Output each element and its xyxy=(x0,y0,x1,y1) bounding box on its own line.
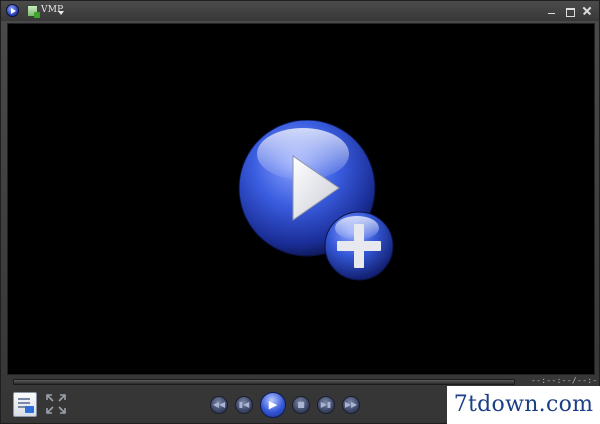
maximize-button[interactable] xyxy=(564,5,576,17)
open-file-plus-icon[interactable] xyxy=(231,120,396,285)
rewind-button[interactable]: ▮◀ xyxy=(235,396,253,414)
stop-button[interactable]: ■ xyxy=(292,396,310,414)
media-player-icon[interactable] xyxy=(6,4,19,17)
play-button[interactable]: ▶ xyxy=(260,392,286,418)
stop-icon: ■ xyxy=(297,400,305,409)
watermark: 7tdown.com xyxy=(447,386,600,424)
fullscreen-icon[interactable] xyxy=(45,393,67,415)
next-button[interactable]: ▶▶ xyxy=(342,396,360,414)
rewind-icon: ▮◀ xyxy=(238,400,250,409)
file-menu-icon[interactable] xyxy=(27,5,40,18)
fast-forward-button[interactable]: ▶▮ xyxy=(317,396,335,414)
minimize-button[interactable] xyxy=(546,5,558,17)
chevron-down-icon[interactable] xyxy=(58,11,64,15)
close-button[interactable] xyxy=(581,5,593,17)
previous-button[interactable]: ◀◀ xyxy=(210,396,228,414)
playlist-arrow-icon xyxy=(25,406,34,413)
title-bar: VMP xyxy=(1,1,599,21)
playlist-icon xyxy=(18,398,30,400)
player-window: VMP --:--:--/--:- ◀◀ ▮◀ ▶ ■ ▶▮ ▶▶ xyxy=(0,0,600,424)
playlist-button[interactable] xyxy=(13,392,37,417)
next-icon: ▶▶ xyxy=(344,400,358,409)
playlist-line xyxy=(18,402,30,404)
previous-icon: ◀◀ xyxy=(212,400,226,409)
video-area[interactable] xyxy=(7,23,595,375)
seek-bar[interactable] xyxy=(13,379,515,385)
plus-vertical xyxy=(354,224,364,268)
fast-forward-icon: ▶▮ xyxy=(320,400,332,409)
play-icon: ▶ xyxy=(268,398,278,411)
